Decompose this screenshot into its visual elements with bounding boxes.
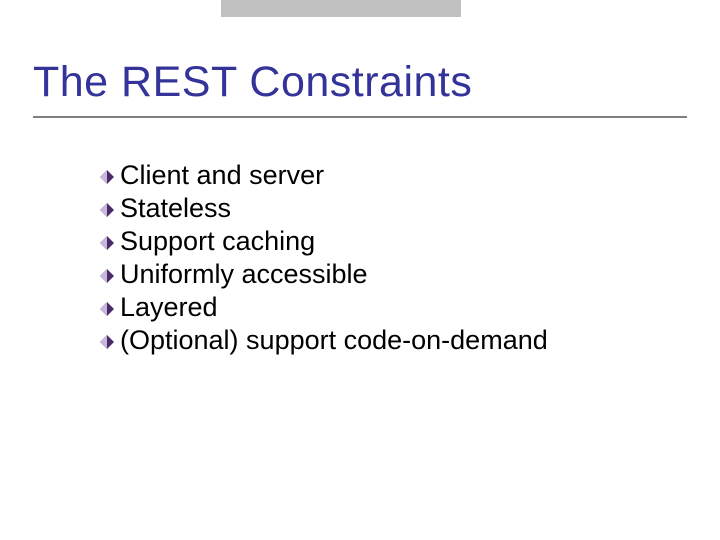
list-item: (Optional) support code-on-demand — [100, 325, 548, 356]
list-item-label: Layered — [120, 292, 218, 323]
diamond-bullet-icon — [100, 236, 114, 250]
list-item-label: (Optional) support code-on-demand — [120, 325, 548, 356]
list-item: Stateless — [100, 193, 548, 224]
diamond-bullet-icon — [100, 269, 114, 283]
list-item: Layered — [100, 292, 548, 323]
title-underline — [33, 116, 687, 118]
diamond-bullet-icon — [100, 170, 114, 184]
list-item-label: Stateless — [120, 193, 231, 224]
list-item-label: Client and server — [120, 160, 324, 191]
list-item-label: Support caching — [120, 226, 315, 257]
decorative-top-bar — [221, 0, 461, 17]
slide-title: The REST Constraints — [33, 58, 472, 107]
list-item: Support caching — [100, 226, 548, 257]
list-item-label: Uniformly accessible — [120, 259, 368, 290]
bullet-list: Client and server Stateless Support cach… — [100, 160, 548, 358]
list-item: Uniformly accessible — [100, 259, 548, 290]
diamond-bullet-icon — [100, 302, 114, 316]
diamond-bullet-icon — [100, 335, 114, 349]
list-item: Client and server — [100, 160, 548, 191]
diamond-bullet-icon — [100, 203, 114, 217]
slide: The REST Constraints Client and server S… — [0, 0, 720, 540]
